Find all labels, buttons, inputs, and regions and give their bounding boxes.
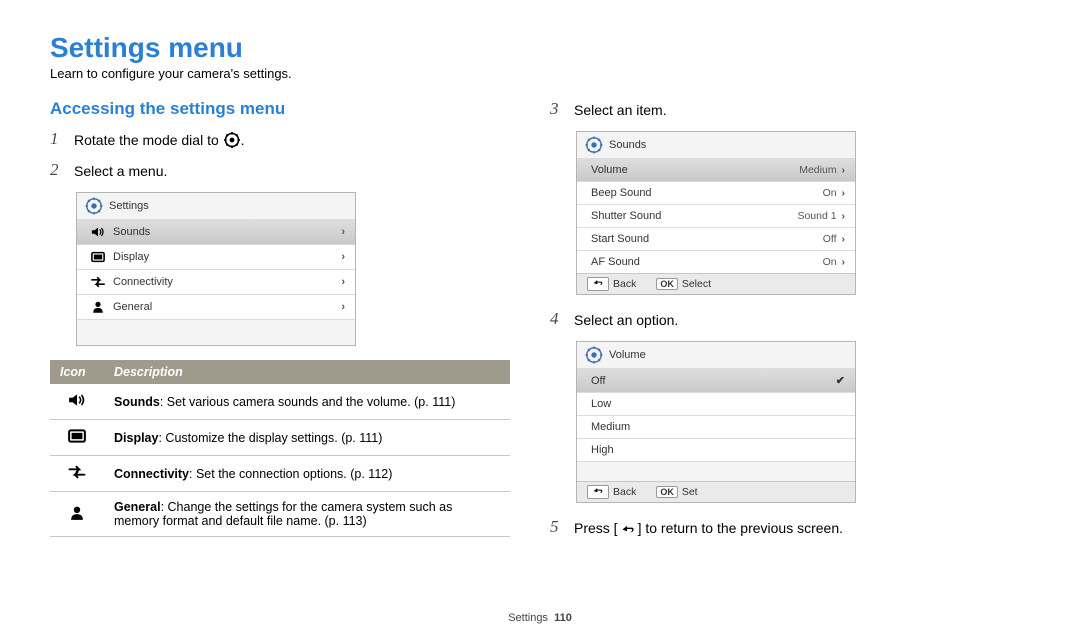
footer-set[interactable]: OK Set bbox=[646, 482, 707, 502]
table-row: Connectivity: Set the connection options… bbox=[50, 456, 510, 492]
gear-icon bbox=[85, 197, 103, 215]
ui-volume-menu: Volume Off ✔ Low Medium High Back bbox=[576, 341, 856, 503]
back-icon bbox=[587, 277, 609, 291]
general-icon bbox=[68, 510, 86, 524]
chevron-right-icon: › bbox=[341, 276, 345, 288]
chevron-right-icon: › bbox=[842, 256, 846, 268]
step-4-text: Select an option. bbox=[574, 309, 678, 331]
menu-item-general[interactable]: General › bbox=[77, 294, 355, 319]
table-head-icon: Icon bbox=[50, 360, 104, 384]
step-number: 5 bbox=[550, 517, 568, 537]
step-number: 1 bbox=[50, 129, 68, 149]
display-icon bbox=[91, 250, 105, 264]
footer-back[interactable]: Back bbox=[577, 482, 646, 502]
gear-icon bbox=[585, 136, 603, 154]
gear-icon bbox=[585, 346, 603, 364]
table-row: Sounds: Set various camera sounds and th… bbox=[50, 384, 510, 420]
sounds-item-start[interactable]: Start Sound Off › bbox=[577, 227, 855, 250]
connectivity-icon bbox=[91, 275, 105, 289]
step-2-text: Select a menu. bbox=[74, 160, 167, 182]
volume-option-low[interactable]: Low bbox=[577, 392, 855, 415]
sounds-item-shutter[interactable]: Shutter Sound Sound 1 › bbox=[577, 204, 855, 227]
sound-icon bbox=[91, 225, 105, 239]
table-row: Display: Customize the display settings.… bbox=[50, 420, 510, 456]
volume-option-medium[interactable]: Medium bbox=[577, 415, 855, 438]
table-head-description: Description bbox=[104, 360, 510, 384]
ui-title: Sounds bbox=[609, 139, 646, 151]
sound-icon bbox=[68, 397, 86, 411]
check-icon: ✔ bbox=[836, 374, 845, 387]
menu-item-sounds[interactable]: Sounds › bbox=[77, 219, 355, 244]
general-icon bbox=[91, 300, 105, 314]
chevron-right-icon: › bbox=[341, 251, 345, 263]
ui-title: Volume bbox=[609, 349, 646, 361]
chevron-right-icon: › bbox=[842, 210, 846, 222]
volume-option-off[interactable]: Off ✔ bbox=[577, 368, 855, 392]
chevron-right-icon: › bbox=[341, 226, 345, 238]
menu-item-display[interactable]: Display › bbox=[77, 244, 355, 269]
ok-key-icon: OK bbox=[656, 486, 678, 498]
back-icon bbox=[587, 485, 609, 499]
ui-settings-menu: Settings Sounds › Display › Connectivity… bbox=[76, 192, 356, 346]
connectivity-icon bbox=[68, 469, 86, 483]
ok-key-icon: OK bbox=[656, 278, 678, 290]
step-number: 3 bbox=[550, 99, 568, 119]
step-5-text: Press [] to return to the previous scree… bbox=[574, 517, 843, 542]
icon-description-table: Icon Description Sounds: Set various cam… bbox=[50, 360, 510, 537]
step-1-text: Rotate the mode dial to . bbox=[74, 129, 245, 154]
back-icon bbox=[619, 521, 637, 542]
menu-item-connectivity[interactable]: Connectivity › bbox=[77, 269, 355, 294]
sounds-item-af[interactable]: AF Sound On › bbox=[577, 250, 855, 273]
section-heading: Accessing the settings menu bbox=[50, 99, 510, 119]
ui-title: Settings bbox=[109, 200, 149, 212]
page-subtitle: Learn to configure your camera's setting… bbox=[50, 66, 1030, 81]
footer-back[interactable]: Back bbox=[577, 274, 646, 294]
chevron-right-icon: › bbox=[341, 301, 345, 313]
volume-option-high[interactable]: High bbox=[577, 438, 855, 461]
ui-sounds-menu: Sounds Volume Medium › Beep Sound On › S… bbox=[576, 131, 856, 295]
chevron-right-icon: › bbox=[842, 233, 846, 245]
table-row: General: Change the settings for the cam… bbox=[50, 492, 510, 537]
gear-icon bbox=[224, 132, 240, 154]
step-number: 2 bbox=[50, 160, 68, 180]
sounds-item-beep[interactable]: Beep Sound On › bbox=[577, 181, 855, 204]
page-footer: Settings 110 bbox=[0, 612, 1080, 624]
footer-select[interactable]: OK Select bbox=[646, 274, 721, 294]
chevron-right-icon: › bbox=[842, 164, 846, 176]
sounds-item-volume[interactable]: Volume Medium › bbox=[577, 158, 855, 181]
display-icon bbox=[68, 433, 86, 447]
chevron-right-icon: › bbox=[842, 187, 846, 199]
page-title: Settings menu bbox=[50, 32, 1030, 64]
step-number: 4 bbox=[550, 309, 568, 329]
step-3-text: Select an item. bbox=[574, 99, 667, 121]
